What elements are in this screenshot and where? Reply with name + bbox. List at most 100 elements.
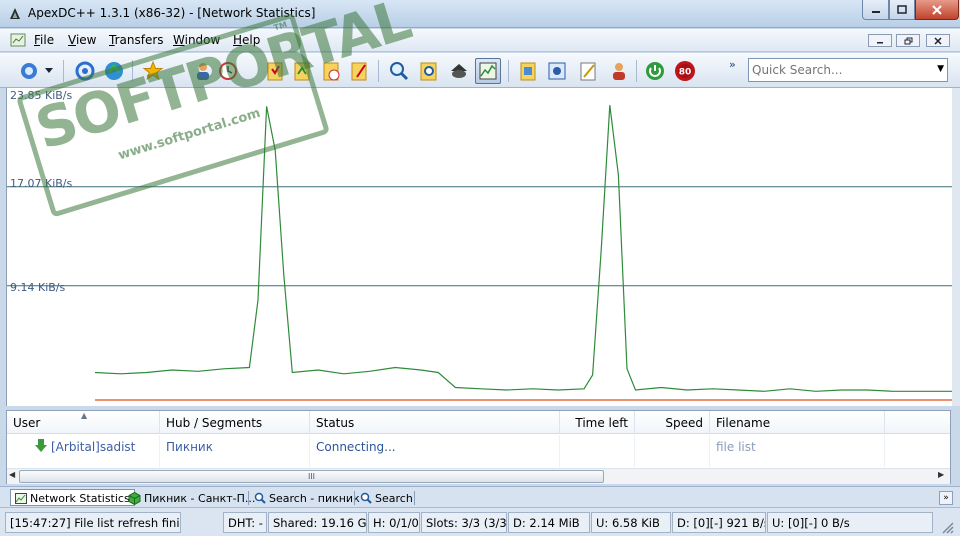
notepad-icon (580, 62, 596, 81)
toolbar-separator (636, 60, 637, 82)
mdi-minimize-button[interactable] (868, 34, 892, 47)
title-bar: ApexDC++ 1.3.1 (x86-32) - [Network Stati… (0, 0, 960, 28)
users-icon (613, 63, 625, 80)
transfers-header: User ▲ Hub / Segments Status Time left S… (7, 411, 950, 434)
away-icon (646, 62, 664, 80)
tab-label: Network Statistics (30, 491, 130, 505)
status-slots: Slots: 3/3 (3/3) (421, 512, 507, 533)
tab-label: Search - пикник (269, 491, 360, 505)
sort-ascending-icon: ▲ (81, 411, 88, 420)
row-status: Connecting... (310, 435, 560, 467)
status-upload-rate: U: [0][-] 0 B/s (767, 512, 933, 533)
network-statistics-icon (479, 62, 497, 80)
adl-search-icon (420, 62, 437, 81)
status-downloaded: D: 2.14 MiB (508, 512, 590, 533)
window-tab-bar: Network Statistics Пикник - Санкт-П... S… (0, 486, 960, 507)
horizontal-scrollbar[interactable]: ◀ III ▶ (7, 468, 950, 484)
scroll-left-icon[interactable]: ◀ (9, 470, 15, 479)
notepad-button[interactable] (575, 58, 601, 84)
limiter-icon: 80 (675, 61, 695, 81)
search-icon (360, 492, 372, 504)
tab-separator (414, 491, 415, 505)
tab-label: Search (375, 491, 413, 505)
chevron-down-icon (45, 68, 53, 73)
toolbar-separator (63, 60, 64, 82)
row-time-left (560, 435, 635, 467)
tab-label: Пикник - Санкт-П... (144, 491, 256, 505)
column-header-time-left[interactable]: Time left (560, 411, 635, 434)
toolbar-separator (508, 60, 509, 82)
menu-file[interactable]: File (34, 33, 54, 47)
apexdc-app-icon (10, 8, 20, 19)
row-user: [Arbital]sadist (7, 435, 160, 467)
tab-separator (248, 491, 249, 505)
tab-search[interactable]: Search (356, 489, 417, 506)
status-bar: [15:47:27] File list refresh finished DH… (0, 507, 960, 536)
close-icon (934, 36, 942, 45)
minimize-button[interactable] (862, 0, 889, 20)
limiter-button[interactable]: 80 (672, 58, 698, 84)
quick-search-box[interactable]: ▼ (748, 58, 948, 82)
connect-dropdown[interactable] (42, 58, 56, 84)
connect-button[interactable] (16, 58, 42, 84)
status-hubs: H: 0/1/0 (368, 512, 420, 533)
status-download-rate: D: [0][-] 921 B/s (672, 512, 766, 533)
search-icon (254, 492, 266, 504)
maximize-button[interactable] (889, 0, 915, 20)
row-speed (635, 435, 710, 467)
restore-icon (904, 37, 912, 44)
search-spy-icon (451, 64, 467, 78)
network-statistics-icon (15, 492, 27, 504)
status-shared: Shared: 19.16 GiB (268, 512, 367, 533)
row-hub: Пикник (160, 435, 310, 467)
limiter-label: 80 (679, 68, 692, 78)
toolbar-overflow-chevron[interactable]: » (729, 58, 736, 71)
menu-transfers[interactable]: Transfers (109, 33, 164, 47)
row-filename: file list (710, 435, 885, 467)
column-header-filename[interactable]: Filename (710, 411, 885, 434)
recent-hubs-icon (548, 62, 566, 80)
network-statistics-button[interactable] (475, 58, 501, 84)
tab-separator (354, 491, 355, 505)
connect-icon (21, 63, 37, 79)
tab-search-piknik[interactable]: Search - пикник (250, 489, 364, 506)
status-log: [15:47:27] File list refresh finished (5, 512, 181, 533)
transfer-row[interactable]: [Arbital]sadist Пикник Connecting... fil… (7, 435, 950, 467)
scroll-right-icon[interactable]: ▶ (938, 470, 944, 479)
scrollbar-grip: III (307, 472, 316, 481)
search-button[interactable] (386, 58, 412, 84)
tab-hub[interactable]: Пикник - Санкт-П... (124, 489, 259, 506)
status-dht: DHT: - (223, 512, 267, 533)
mdi-restore-button[interactable] (896, 34, 920, 47)
mdi-close-button[interactable] (926, 34, 950, 47)
search-spy-button[interactable] (446, 58, 472, 84)
open-file-list-button[interactable] (515, 58, 541, 84)
open-file-list-icon (520, 62, 536, 81)
recent-hubs-button[interactable] (544, 58, 570, 84)
close-button[interactable] (915, 0, 959, 20)
tab-overflow-button[interactable]: » (939, 491, 953, 505)
transfers-list[interactable]: User ▲ Hub / Segments Status Time left S… (6, 410, 951, 484)
menu-view[interactable]: View (68, 33, 96, 47)
minimize-icon (871, 10, 880, 13)
graph-right-edge (952, 88, 960, 406)
adl-search-button[interactable] (416, 58, 442, 84)
scrollbar-thumb[interactable]: III (19, 470, 604, 483)
column-header-status[interactable]: Status (310, 411, 560, 434)
quick-search-input[interactable] (752, 62, 928, 78)
menu-bar: File View Transfers Window Help (0, 29, 960, 52)
away-button[interactable] (642, 58, 668, 84)
column-header-speed[interactable]: Speed (635, 411, 710, 434)
toolbar-separator (378, 60, 379, 82)
close-icon (932, 4, 942, 15)
users-button[interactable] (606, 58, 632, 84)
resize-grip-icon[interactable] (940, 520, 954, 534)
y-axis-label-low: 9.14 KiB/s (10, 281, 66, 294)
column-header-hub[interactable]: Hub / Segments (160, 411, 310, 434)
hub-cube-icon (128, 491, 141, 505)
minimize-icon (877, 41, 883, 43)
tab-network-statistics[interactable]: Network Statistics (10, 489, 135, 506)
status-uploaded: U: 6.58 KiB (591, 512, 671, 533)
chevron-down-icon[interactable]: ▼ (937, 64, 944, 74)
search-icon (390, 62, 409, 81)
